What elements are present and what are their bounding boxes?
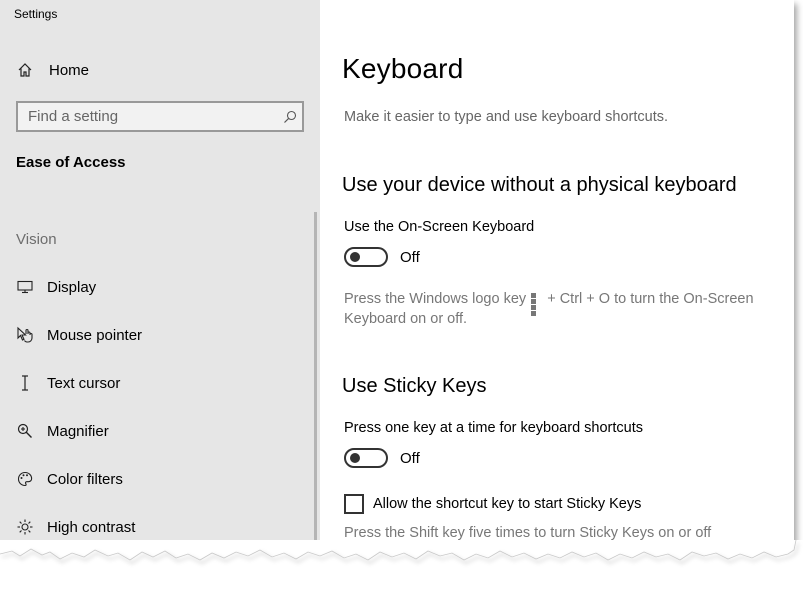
section-heading-onscreen: Use your device without a physical keybo…: [342, 174, 737, 196]
sidebar-item-label: Mouse pointer: [47, 326, 143, 344]
toggle-state-label: Off: [400, 449, 420, 467]
sticky-keys-shortcut-checkbox[interactable]: [344, 494, 364, 514]
sidebar-item-color-filters[interactable]: Color filters: [16, 466, 306, 492]
torn-edge-decoration: [0, 540, 803, 597]
sidebar-item-text-cursor[interactable]: Text cursor: [16, 370, 306, 396]
page-title: Keyboard: [342, 53, 464, 84]
sidebar-item-home[interactable]: Home: [16, 58, 296, 82]
search-icon[interactable]: [278, 110, 302, 124]
sticky-keys-shortcut-checkbox-row[interactable]: Allow the shortcut key to start Sticky K…: [344, 494, 641, 514]
sidebar-item-high-contrast[interactable]: High contrast: [16, 514, 306, 540]
sidebar-item-label: Display: [47, 278, 97, 296]
section-heading-sticky-keys: Use Sticky Keys: [342, 375, 487, 397]
toggle-state-label: Off: [400, 248, 420, 266]
search-box[interactable]: [16, 101, 304, 132]
search-input[interactable]: [18, 103, 278, 130]
onscreen-keyboard-help: Press the Windows logo key + Ctrl + O to…: [344, 289, 784, 329]
toggle-knob: [350, 252, 360, 262]
section-title: Ease of Access: [16, 154, 126, 171]
magnifier-icon: [16, 422, 34, 440]
sidebar: Settings Home Ease of Access Vision Disp…: [0, 0, 320, 590]
toggle-knob: [350, 453, 360, 463]
home-label: Home: [49, 61, 90, 79]
onscreen-keyboard-label: Use the On-Screen Keyboard: [344, 219, 535, 235]
sidebar-item-display[interactable]: Display: [16, 274, 306, 300]
settings-window: Settings Home Ease of Access Vision Disp…: [0, 0, 794, 590]
app-title: Settings: [14, 7, 58, 21]
onscreen-keyboard-toggle[interactable]: [344, 247, 388, 267]
mouse-pointer-icon: [16, 326, 34, 344]
sticky-keys-label: Press one key at a time for keyboard sho…: [344, 420, 643, 436]
sidebar-item-label: Magnifier: [47, 422, 109, 440]
windows-logo-icon: [531, 293, 542, 316]
help-text-before: Press the Windows logo key: [344, 291, 527, 307]
checkbox-label: Allow the shortcut key to start Sticky K…: [373, 496, 642, 512]
sidebar-item-label: High contrast: [47, 518, 136, 536]
sidebar-scrollbar[interactable]: [314, 212, 317, 552]
sidebar-item-magnifier[interactable]: Magnifier: [16, 418, 306, 444]
main-content: Keyboard Make it easier to type and use …: [320, 0, 794, 590]
sidebar-item-label: Text cursor: [47, 374, 121, 392]
palette-icon: [16, 470, 34, 488]
home-icon: [16, 61, 34, 79]
sticky-keys-toggle[interactable]: [344, 448, 388, 468]
monitor-icon: [16, 278, 34, 296]
sticky-keys-toggle-row[interactable]: Off: [344, 448, 420, 468]
sidebar-item-mouse-pointer[interactable]: Mouse pointer: [16, 322, 306, 348]
onscreen-keyboard-toggle-row[interactable]: Off: [344, 247, 420, 267]
group-label-vision: Vision: [16, 231, 57, 248]
text-cursor-icon: [16, 374, 34, 392]
sun-icon: [16, 518, 34, 536]
page-description: Make it easier to type and use keyboard …: [344, 109, 669, 125]
sidebar-item-label: Color filters: [47, 470, 123, 488]
